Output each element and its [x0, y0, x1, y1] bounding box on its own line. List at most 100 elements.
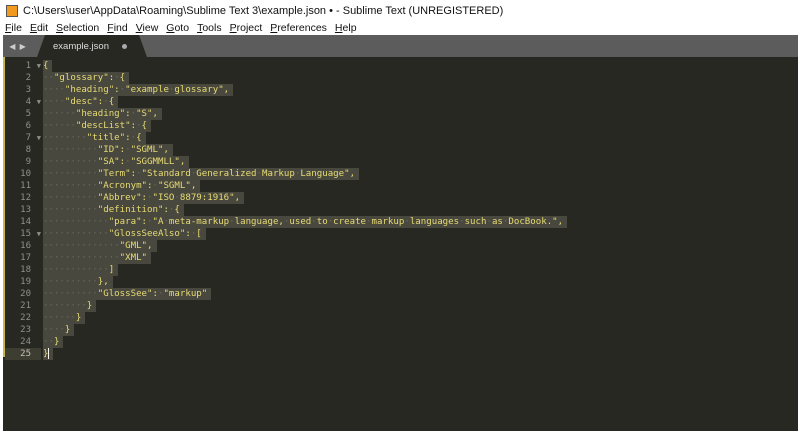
- fold-arrow-icon[interactable]: ▼: [37, 132, 41, 144]
- line-number: 16: [20, 241, 31, 251]
- selection-highlight: ·· · "glossary": {: [43, 72, 130, 84]
- selection-highlight: ·············· "GML",: [43, 240, 157, 252]
- code-line: ·········· },: [43, 276, 567, 288]
- selection-highlight: ·········· · · · · "Term": "Standard Gen…: [43, 168, 360, 180]
- selection-highlight: ···· · · "heading": "example glossary",: [43, 84, 234, 96]
- line-number: 22: [20, 313, 31, 323]
- code-line-text: },: [43, 277, 109, 287]
- line-number: 6: [25, 121, 31, 131]
- code-line: ·········· · "GlossSee": "markup": [43, 288, 567, 300]
- code-editor[interactable]: 1 ▼ 2 3 4 ▼ 5 6 7 ▼ 8 9 10 11 12 13 14 15 ▼ 16 17 18 19 20 21 22 2…: [3, 57, 798, 431]
- tab-label: example.json: [53, 40, 109, 52]
- selection-highlight: ·· }: [43, 336, 64, 348]
- menu-find[interactable]: Find: [107, 22, 127, 34]
- line-number: 2: [25, 73, 31, 83]
- code-line: ···· · "desc": {: [43, 96, 567, 108]
- tab-example-json[interactable]: example.json: [37, 35, 147, 57]
- line-number: 25: [5, 348, 41, 360]
- line-number: 10: [20, 169, 31, 179]
- code-line-text: "Abbrev": "ISO 8879:1916",: [43, 193, 241, 203]
- code-line-text: "para": "A meta-markup language, used to…: [43, 217, 564, 227]
- selection-highlight: ···· · "desc": {: [43, 96, 119, 108]
- code-line: ······ · "heading": "S",: [43, 108, 567, 120]
- selection-highlight: ·········· · "Acronym": "SGML",: [43, 180, 201, 192]
- line-number-gutter: 1 ▼ 2 3 4 ▼ 5 6 7 ▼ 8 9 10 11 12 13 14 15 ▼ 16 17 18 19 20 21 22 2…: [5, 60, 41, 360]
- selection-highlight: ········ }: [43, 300, 97, 312]
- code-line-text: "heading": "example glossary",: [43, 85, 230, 95]
- code-line: ·· }: [43, 336, 567, 348]
- code-line: ·········· · "SA": "SGGMMLL",: [43, 156, 567, 168]
- selection-highlight: ············ ]: [43, 264, 119, 276]
- code-line: ······ · "descList": {: [43, 120, 567, 132]
- code-line-text: }: [43, 313, 82, 323]
- code-line-text: }: [43, 337, 60, 347]
- tab-nav-arrows-icon[interactable]: ◀ ▶: [3, 35, 33, 57]
- code-line: ···· · · "heading": "example glossary",: [43, 84, 567, 96]
- code-line: ······ }: [43, 312, 567, 324]
- menu-edit[interactable]: Edit: [30, 22, 48, 34]
- line-number: 4 ▼: [25, 96, 41, 108]
- fold-arrow-icon[interactable]: ▼: [37, 60, 41, 72]
- menu-preferences[interactable]: Preferences: [270, 22, 327, 34]
- code-line: ·········· · · · · "Term": "Standard Gen…: [43, 168, 567, 180]
- fold-arrow-icon[interactable]: ▼: [37, 96, 41, 108]
- code-line-text: "GlossSee": "markup": [43, 289, 208, 299]
- menu-selection[interactable]: Selection: [56, 22, 99, 34]
- code-line: ········ · "title": {: [43, 132, 567, 144]
- line-number: 21: [20, 301, 31, 311]
- code-line-text: "Acronym": "SGML",: [43, 181, 197, 191]
- code-line-text: "GlossSeeAlso": [: [43, 229, 202, 239]
- line-number: 23: [20, 325, 31, 335]
- tab-bar: ◀ ▶ example.json: [3, 35, 798, 57]
- line-number: 13: [20, 205, 31, 215]
- code-line-text: }: [43, 325, 71, 335]
- selection-highlight: ···· }: [43, 324, 75, 336]
- selection-highlight: ······ · "descList": {: [43, 120, 152, 132]
- code-line-text: "SA": "SGGMMLL",: [43, 157, 186, 167]
- code-line: ·············· "XML": [43, 252, 567, 264]
- window-title: C:\Users\user\AppData\Roaming\Sublime Te…: [23, 4, 504, 17]
- code-line: ········ }: [43, 300, 567, 312]
- selection-highlight: ······ }: [43, 312, 86, 324]
- code-line: ············ · · · · · · · · · · · "para…: [43, 216, 568, 228]
- line-number: 12: [20, 193, 31, 203]
- code-line: ···· }: [43, 324, 567, 336]
- code-line-text: "descList": {: [43, 121, 148, 131]
- menu-tools[interactable]: Tools: [197, 22, 222, 34]
- line-number: 9: [25, 157, 31, 167]
- code-line: ·· · "glossary": {: [43, 72, 567, 84]
- text-cursor: [48, 348, 50, 359]
- code-line-text: {: [43, 61, 49, 71]
- selection-highlight: }: [43, 348, 54, 360]
- code-line: ·········· · · "Abbrev": "ISO 8879:1916"…: [43, 192, 567, 204]
- code-line-text: "ID": "SGML",: [43, 145, 169, 155]
- selection-highlight: ············ · "GlossSeeAlso": [: [43, 228, 206, 240]
- line-number: 18: [20, 265, 31, 275]
- line-number: 17: [20, 253, 31, 263]
- code-line-text: "heading": "S",: [43, 109, 158, 119]
- code-line: ·········· · "definition": {: [43, 204, 567, 216]
- line-number: 19: [20, 277, 31, 287]
- menu-bar: File Edit Selection Find View Goto Tools Projec…: [0, 21, 801, 35]
- modified-dot-icon[interactable]: [122, 44, 127, 49]
- code-line-text: "Term": "Standard Generalized Markup Lan…: [43, 169, 356, 179]
- line-number: 5: [25, 109, 31, 119]
- menu-help[interactable]: Help: [335, 22, 357, 34]
- menu-view[interactable]: View: [136, 22, 159, 34]
- code-line: ············ · "GlossSeeAlso": [: [43, 228, 567, 240]
- selection-highlight: {: [43, 60, 53, 72]
- code-line: }: [43, 348, 567, 360]
- code-area[interactable]: {·· · "glossary": {···· · · "heading": "…: [43, 60, 568, 360]
- line-number: 1 ▼: [25, 60, 41, 72]
- menu-goto[interactable]: Goto: [166, 22, 189, 34]
- selection-highlight: ············ · · · · · · · · · · · "para…: [43, 216, 568, 228]
- fold-arrow-icon[interactable]: ▼: [37, 228, 41, 240]
- code-line-text: "desc": {: [43, 97, 115, 107]
- sublime-logo-icon: [6, 4, 18, 17]
- line-number: 24: [20, 337, 31, 347]
- menu-project[interactable]: Project: [230, 22, 263, 34]
- code-line-text: }: [43, 301, 93, 311]
- code-line-text: "definition": {: [43, 205, 180, 215]
- selection-highlight: ·········· · "GlossSee": "markup": [43, 288, 212, 300]
- menu-file[interactable]: File: [5, 22, 22, 34]
